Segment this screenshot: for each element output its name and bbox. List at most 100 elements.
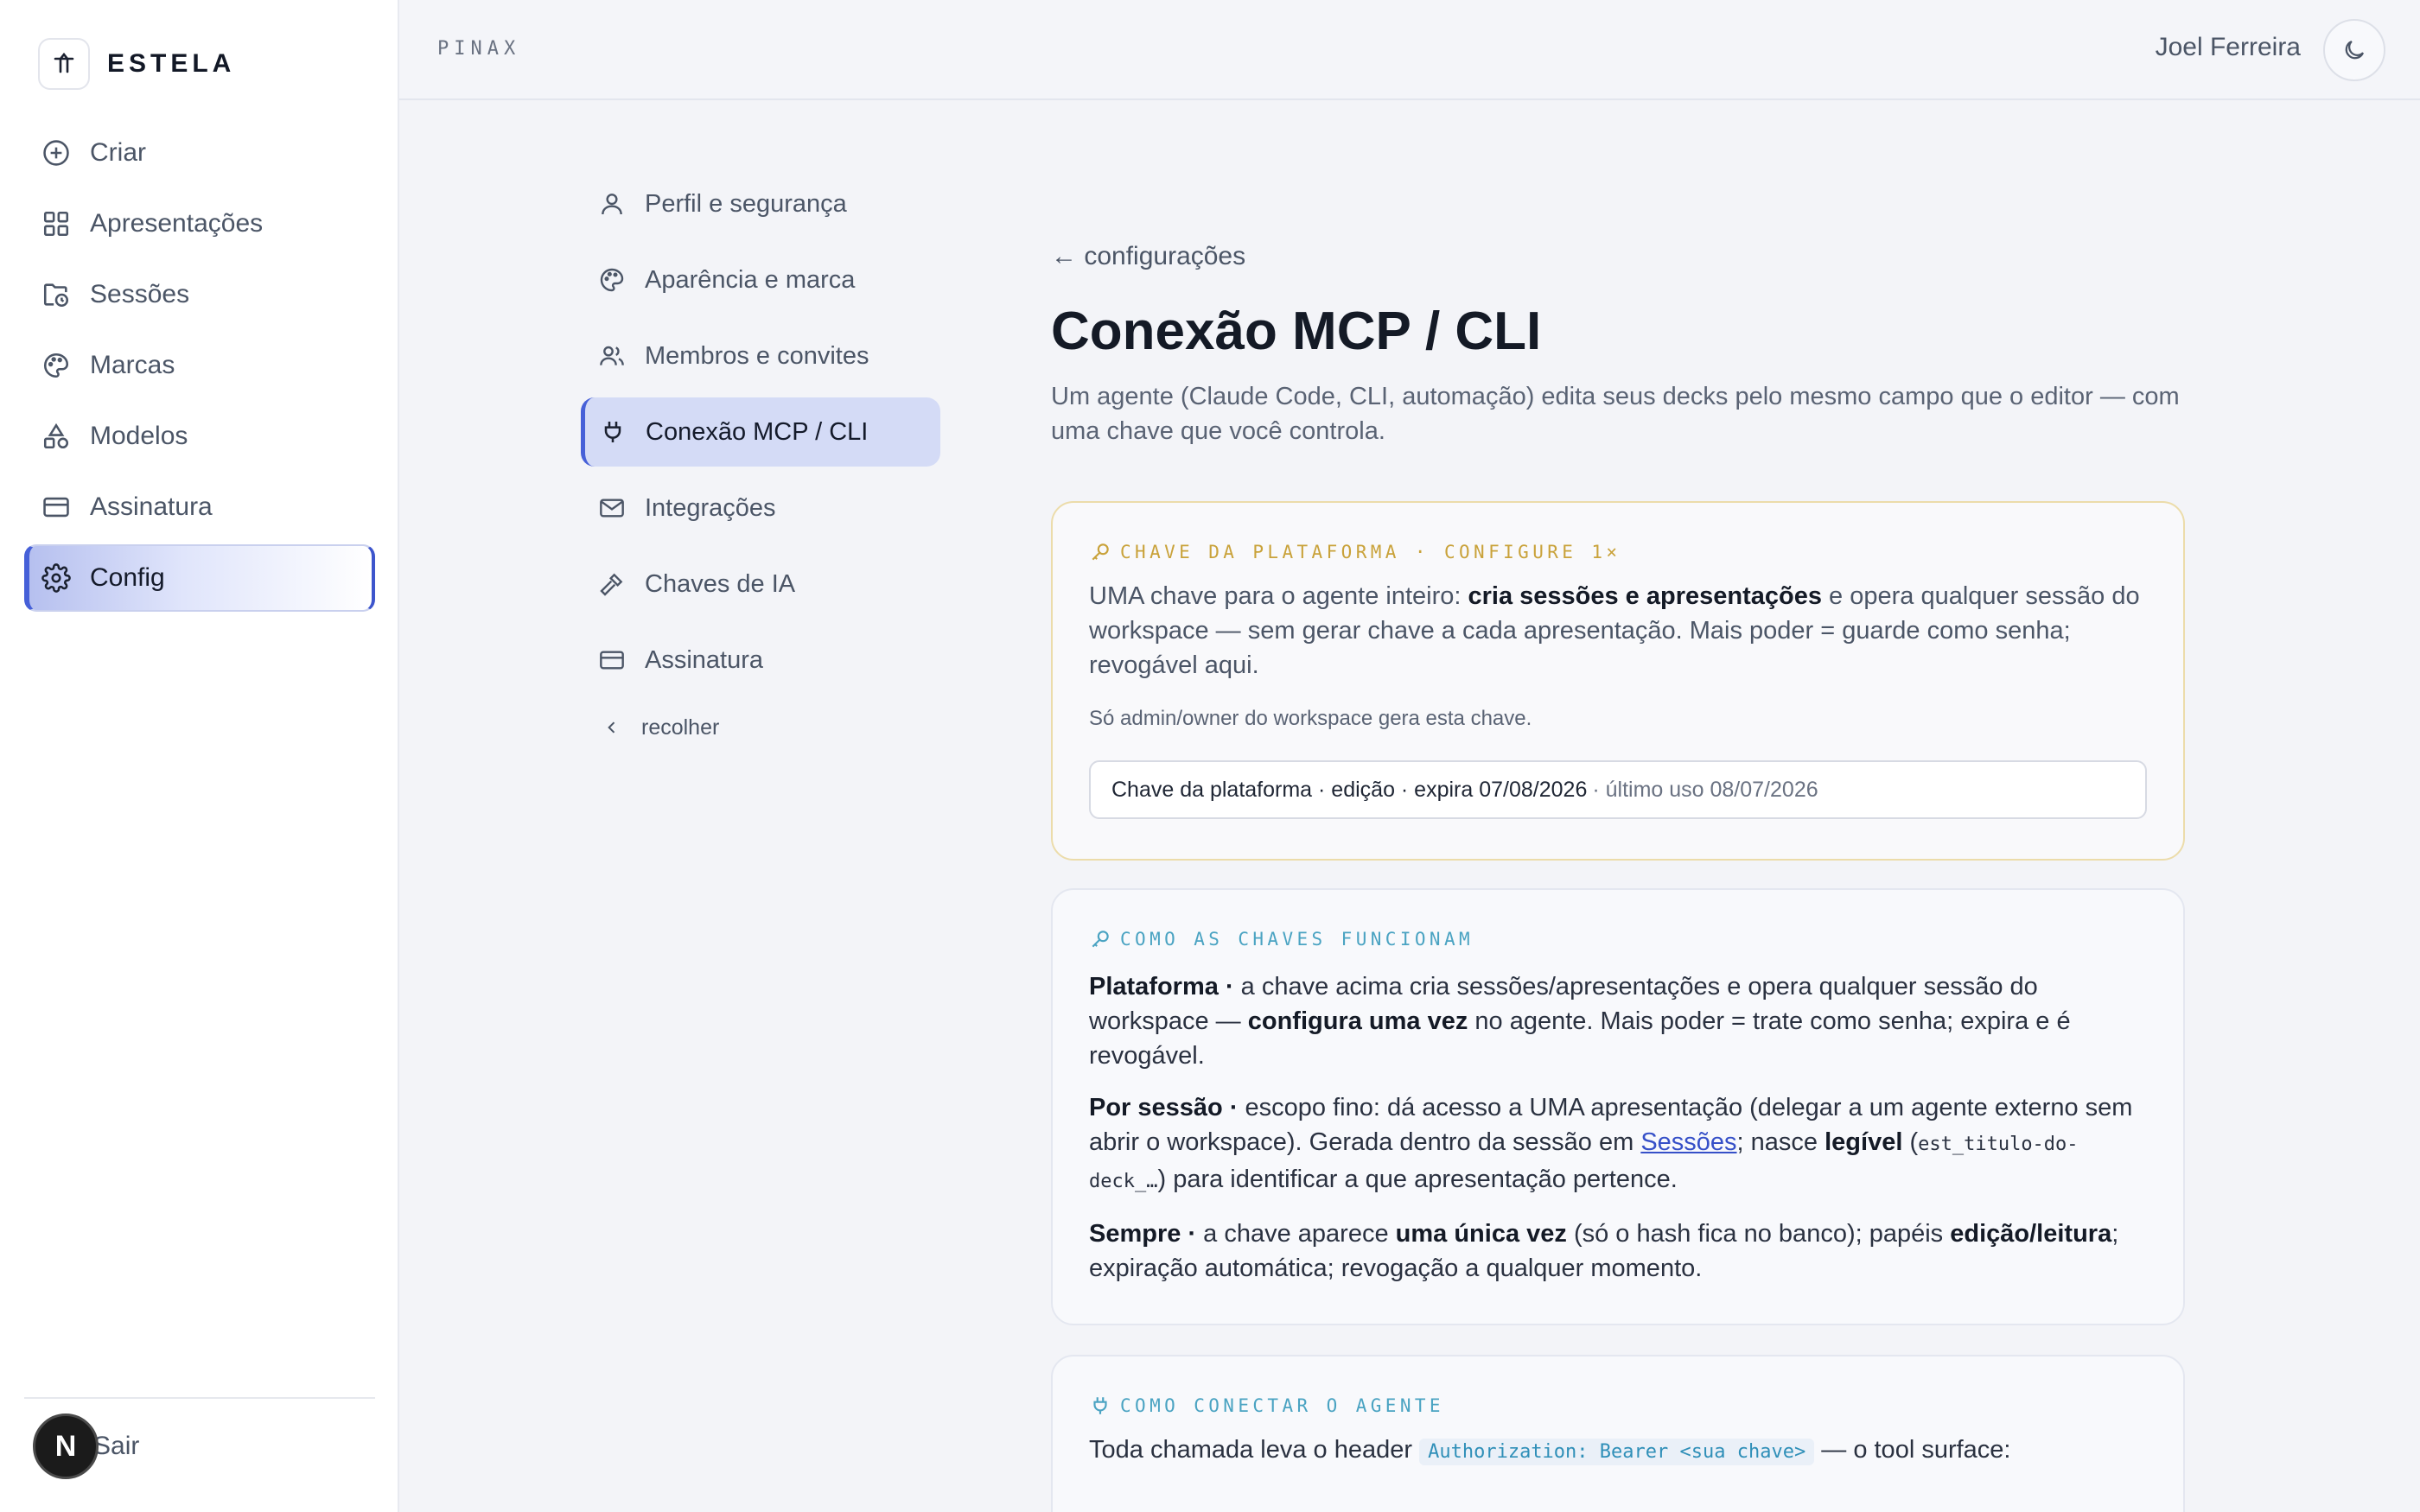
settings-item-label: Conexão MCP / CLI — [646, 417, 869, 446]
sidebar-divider — [24, 1397, 375, 1399]
para-text: a chave aparece — [1196, 1220, 1396, 1248]
sidebar-item-apresentacoes[interactable]: Apresentações — [24, 190, 375, 257]
settings-item-label: Aparência e marca — [645, 265, 856, 294]
settings-item-perfil[interactable]: Perfil e segurança — [581, 169, 940, 238]
connect-paragraph: Toda chamada leva o header Authorization… — [1089, 1433, 2147, 1470]
collapse-nav-button[interactable]: recolher — [581, 702, 940, 753]
auth-header-code: Authorization: Bearer <sua chave> — [1419, 1439, 1815, 1465]
connect-agent-card: COMO CONECTAR O AGENTE Toda chamada leva… — [1051, 1355, 2185, 1512]
sessions-link[interactable]: Sessões — [1640, 1128, 1736, 1156]
palette-icon — [43, 353, 69, 378]
gear-icon — [41, 563, 71, 593]
always-paragraph: Sempre · a chave aparece uma única vez (… — [1089, 1217, 2147, 1286]
para-text: Toda chamada leva o header — [1089, 1436, 1420, 1464]
para-bold: legível — [1825, 1128, 1903, 1156]
para-text: (só o hash fica no banco); papéis — [1566, 1220, 1951, 1248]
platform-paragraph: Plataforma · a chave acima cria sessões/… — [1089, 969, 2147, 1073]
platform-key-label: CHAVE DA PLATAFORMA · CONFIGURE 1× — [1089, 541, 2147, 563]
para-bold: edição/leitura — [1950, 1220, 2112, 1248]
avatar-button[interactable]: N — [33, 1414, 99, 1479]
plus-circle-icon — [43, 140, 69, 166]
para-title: Plataforma · — [1089, 973, 1234, 1001]
sidebar-item-modelos[interactable]: Modelos — [24, 403, 375, 470]
platform-key-label-text: CHAVE DA PLATAFORMA · CONFIGURE 1× — [1120, 542, 1621, 562]
user-name[interactable]: Joel Ferreira — [2156, 33, 2301, 62]
workspace-name[interactable]: PINAX — [437, 38, 520, 60]
lead-text: UMA chave para o agente inteiro: — [1089, 582, 1468, 610]
settings-item-assinatura[interactable]: Assinatura — [581, 626, 940, 695]
para-text: — o tool surface: — [1814, 1436, 2011, 1464]
key-last-use: · último uso 08/07/2026 — [1592, 777, 1818, 802]
para-text: ( — [1902, 1128, 1919, 1156]
sidebar-item-label: Config — [90, 563, 165, 592]
chevron-left-icon — [608, 721, 615, 734]
sidebar-item-sessoes[interactable]: Sessões — [24, 261, 375, 328]
sidebar-item-label: Sessões — [90, 280, 190, 308]
grid-icon — [43, 211, 69, 237]
lead-bold: cria sessões e apresentações — [1468, 582, 1822, 610]
para-bold: uma única vez — [1395, 1220, 1567, 1248]
sidebar: ESTELA Criar Apresentações Sessões Marca… — [0, 0, 399, 1512]
plug-icon — [1093, 1397, 1107, 1414]
user-icon — [602, 194, 622, 215]
how-keys-card: COMO AS CHAVES FUNCIONAM Plataforma · a … — [1051, 888, 2185, 1325]
key-summary: Chave da plataforma · edição · expira 07… — [1111, 777, 1588, 802]
page-description: Um agente (Claude Code, CLI, automação) … — [1051, 383, 2180, 445]
hammer-icon — [600, 573, 623, 596]
sidebar-item-config[interactable]: Config — [24, 544, 375, 612]
mail-icon — [600, 499, 624, 518]
credit-card-icon — [43, 497, 69, 518]
sidebar-item-label: Marcas — [90, 351, 175, 379]
session-paragraph: Por sessão · escopo fino: dá acesso a UM… — [1089, 1090, 2147, 1199]
settings-item-chaves-ia[interactable]: Chaves de IA — [581, 550, 940, 619]
credit-card-icon — [600, 651, 624, 670]
key-icon — [1092, 931, 1109, 948]
connect-agent-label: COMO CONECTAR O AGENTE — [1089, 1394, 2147, 1417]
para-text: ) para identificar a que apresentação pe… — [1157, 1166, 1678, 1193]
how-keys-label-text: COMO AS CHAVES FUNCIONAM — [1120, 929, 1474, 950]
folder-clock-icon — [43, 283, 69, 308]
how-keys-label: COMO AS CHAVES FUNCIONAM — [1089, 928, 2147, 950]
sidebar-item-label: Criar — [90, 138, 146, 167]
moon-icon — [2345, 40, 2365, 60]
collapse-label: recolher — [641, 715, 720, 740]
sidebar-item-label: Modelos — [90, 422, 188, 450]
main-nav: Criar Apresentações Sessões Marcas Model… — [24, 119, 375, 615]
para-title: Por sessão · — [1089, 1094, 1239, 1121]
topbar: PINAX Joel Ferreira — [399, 0, 2420, 100]
settings-item-aparencia[interactable]: Aparência e marca — [581, 245, 940, 314]
logout-button[interactable]: Sair — [93, 1432, 139, 1461]
theme-toggle-button[interactable] — [2323, 19, 2385, 81]
back-link[interactable]: ← configurações — [1051, 242, 2185, 271]
settings-item-label: Perfil e segurança — [645, 189, 847, 218]
sidebar-item-label: Assinatura — [90, 492, 213, 521]
settings-item-integracoes[interactable]: Integrações — [581, 473, 940, 543]
para-title: Sempre · — [1089, 1220, 1197, 1248]
platform-key-card: CHAVE DA PLATAFORMA · CONFIGURE 1× UMA c… — [1051, 501, 2185, 861]
settings-item-label: Chaves de IA — [645, 569, 796, 598]
settings-item-label: Membros e convites — [645, 341, 869, 370]
sidebar-item-assinatura[interactable]: Assinatura — [24, 473, 375, 541]
platform-key-lead: UMA chave para o agente inteiro: cria se… — [1089, 579, 2147, 683]
para-bold: configura uma vez — [1247, 1007, 1468, 1035]
brand[interactable]: ESTELA — [38, 38, 235, 90]
shapes-icon — [43, 422, 69, 449]
users-icon — [600, 346, 624, 365]
avatar-letter: N — [54, 1429, 77, 1463]
sidebar-item-label: Apresentações — [90, 209, 264, 238]
brand-name: ESTELA — [107, 49, 236, 78]
settings-nav: Perfil e segurança Aparência e marca Mem… — [581, 169, 940, 753]
key-icon — [1092, 543, 1109, 561]
settings-item-label: Assinatura — [645, 645, 764, 674]
main-content: ← configurações Conexão MCP / CLI Um age… — [1051, 242, 2185, 448]
page-title: Conexão MCP / CLI — [1051, 302, 1542, 361]
settings-item-membros[interactable]: Membros e convites — [581, 321, 940, 391]
settings-item-conexao-mcp[interactable]: Conexão MCP / CLI — [581, 397, 940, 467]
settings-item-label: Integrações — [645, 493, 776, 522]
para-text: ; nasce — [1736, 1128, 1825, 1156]
sidebar-item-criar[interactable]: Criar — [24, 119, 375, 187]
connect-label-text: COMO CONECTAR O AGENTE — [1120, 1395, 1444, 1416]
sidebar-item-marcas[interactable]: Marcas — [24, 332, 375, 399]
plug-icon — [604, 422, 621, 442]
platform-key-row[interactable]: Chave da plataforma · edição · expira 07… — [1089, 760, 2147, 819]
